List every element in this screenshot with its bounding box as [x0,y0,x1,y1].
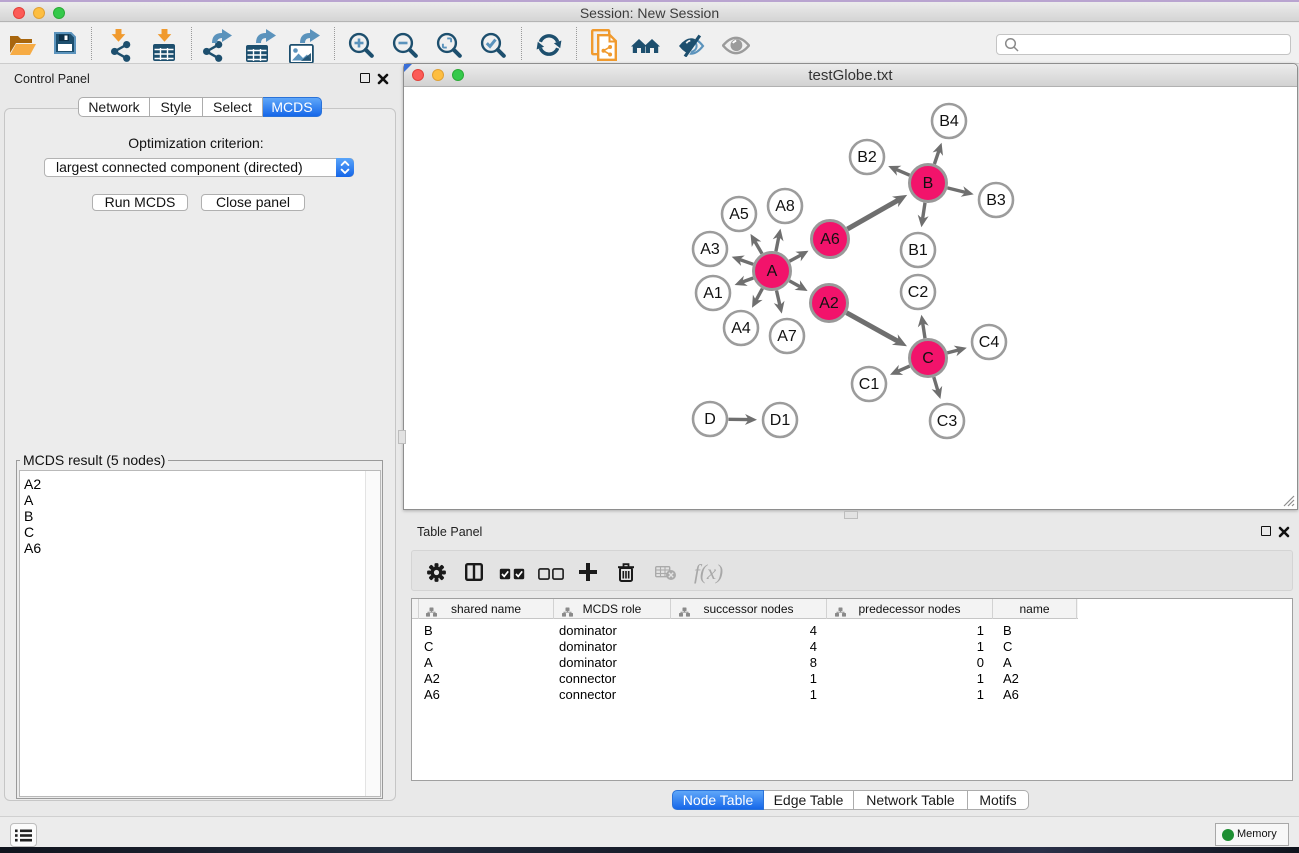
svg-text:C: C [922,350,934,367]
svg-text:A8: A8 [775,198,795,215]
svg-text:B2: B2 [857,149,877,166]
svg-text:D1: D1 [770,412,791,429]
svg-text:C3: C3 [937,413,958,430]
svg-text:A4: A4 [731,320,751,337]
svg-text:B4: B4 [939,113,959,130]
svg-text:D: D [704,411,716,428]
svg-text:A2: A2 [819,295,839,312]
svg-text:B1: B1 [908,242,928,259]
svg-text:A1: A1 [703,285,723,302]
svg-text:C1: C1 [859,376,880,393]
svg-text:A6: A6 [820,231,840,248]
svg-text:A5: A5 [729,206,749,223]
svg-text:A7: A7 [777,328,797,345]
svg-text:C4: C4 [979,334,1000,351]
svg-text:B3: B3 [986,192,1006,209]
svg-text:B: B [923,175,934,192]
svg-text:A: A [767,263,778,280]
svg-text:A3: A3 [700,241,720,258]
svg-text:C2: C2 [908,284,929,301]
